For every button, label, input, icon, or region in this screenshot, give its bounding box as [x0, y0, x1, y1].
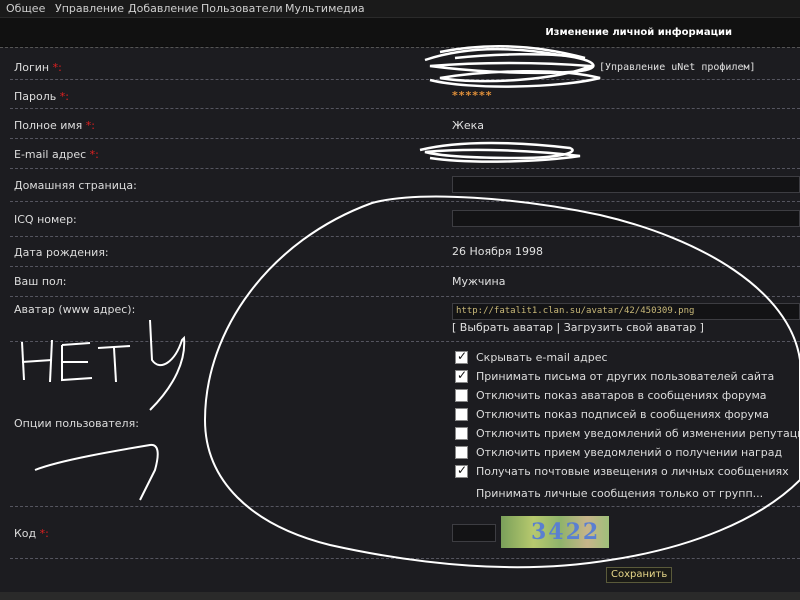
nav-users[interactable]: Пользователи — [201, 2, 283, 15]
captcha-image: 3422 — [501, 516, 609, 548]
user-options-label: Опции пользователя: — [14, 417, 139, 430]
option-label: Отключить показ подписей в сообщениях фо… — [476, 408, 770, 421]
option-label: Скрывать e-mail адрес — [476, 351, 608, 364]
option-checkbox[interactable] — [455, 463, 468, 478]
birthdate-value: 26 Ноября 1998 — [452, 245, 543, 258]
login-label: Логин *: — [14, 61, 62, 74]
row-divider — [10, 558, 800, 559]
option-checkbox[interactable] — [455, 446, 468, 459]
captcha-input[interactable] — [452, 524, 496, 542]
email-label: E-mail адрес *: — [14, 148, 99, 161]
birthdate-label: Дата рождения: — [14, 246, 109, 259]
save-button[interactable]: Сохранить — [606, 567, 673, 583]
unet-profile-link[interactable]: [Управление uNet профилем] — [599, 62, 756, 73]
option-checkbox[interactable] — [455, 389, 468, 402]
avatar-url-input[interactable]: http://fatalit1.clan.su/avatar/42/450309… — [452, 303, 800, 320]
option-checkbox[interactable] — [455, 349, 468, 364]
avatar-action-separator: | — [556, 321, 561, 334]
fullname-value: Жека — [452, 119, 485, 132]
option-label: Отключить прием уведомлений о получении … — [476, 446, 783, 459]
upload-avatar-link[interactable]: Загрузить свой аватар ] — [564, 321, 704, 334]
icq-input[interactable] — [452, 210, 800, 227]
row-divider — [10, 79, 800, 80]
nav-management[interactable]: Управление — [55, 2, 124, 15]
top-nav: Общее Управление Добавление Пользователи… — [0, 0, 800, 18]
select-avatar-link[interactable]: [ Выбрать аватар — [452, 321, 553, 334]
row-divider — [10, 341, 800, 342]
password-value: ****** — [452, 89, 493, 102]
option-checkbox[interactable] — [455, 368, 468, 383]
gender-label: Ваш пол: — [14, 275, 67, 288]
page-title: Изменение личной информации — [545, 27, 732, 38]
option-label: Принимать письма от других пользователей… — [476, 370, 775, 383]
pm-groups-link[interactable]: Принимать личные сообщения только от гру… — [476, 487, 763, 500]
row-divider — [10, 266, 800, 267]
option-label: Отключить показ аватаров в сообщениях фо… — [476, 389, 767, 402]
bottom-bar — [0, 592, 800, 600]
icq-label: ICQ номер: — [14, 213, 77, 226]
captcha-text: 3422 — [531, 519, 601, 545]
row-divider — [10, 236, 800, 237]
fullname-label: Полное имя *: — [14, 119, 96, 132]
row-divider — [10, 168, 800, 169]
nav-general[interactable]: Общее — [6, 2, 45, 15]
option-label: Отключить прием уведомлений об изменении… — [476, 427, 800, 440]
gender-value: Мужчина — [452, 275, 506, 288]
password-label: Пароль *: — [14, 90, 69, 103]
option-checkbox[interactable] — [455, 427, 468, 440]
code-label: Код *: — [14, 527, 49, 540]
row-divider — [10, 108, 800, 109]
page-header: Изменение личной информации — [0, 18, 800, 46]
nav-add[interactable]: Добавление — [128, 2, 198, 15]
row-divider — [10, 201, 800, 202]
option-checkbox[interactable] — [455, 408, 468, 421]
avatar-label: Аватар (www адрес): — [14, 303, 136, 316]
homepage-input[interactable] — [452, 176, 800, 193]
option-label: Получать почтовые извещения о личных соо… — [476, 465, 789, 478]
avatar-actions: [ Выбрать аватар | Загрузить свой аватар… — [452, 321, 704, 334]
nav-multimedia[interactable]: Мультимедиа — [285, 2, 365, 15]
homepage-label: Домашняя страница: — [14, 179, 137, 192]
row-divider — [10, 296, 800, 297]
row-divider — [10, 138, 800, 139]
row-divider — [10, 506, 800, 507]
